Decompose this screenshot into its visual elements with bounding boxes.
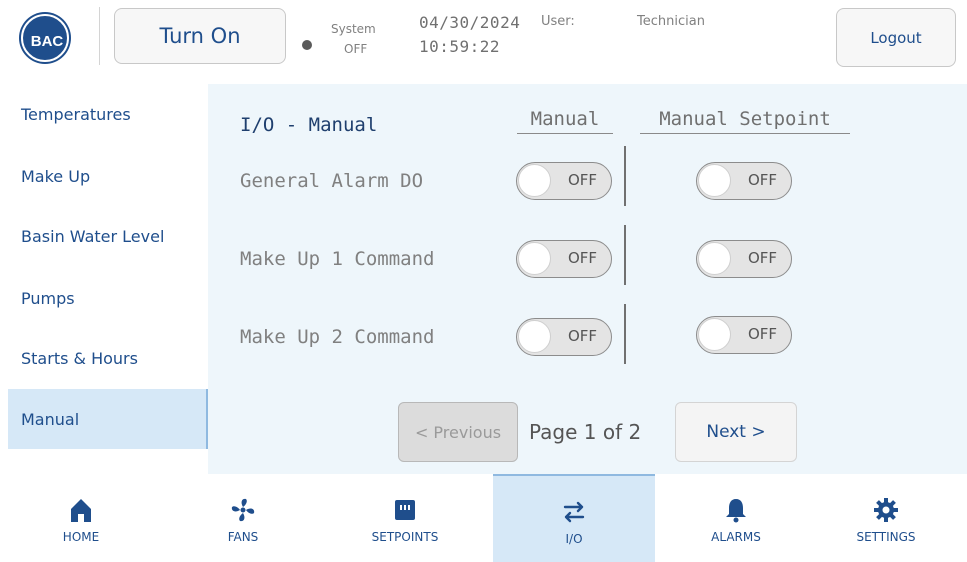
fan-icon <box>231 498 255 522</box>
row-label-make-up-2-command: Make Up 2 Command <box>240 326 435 348</box>
page-indicator: Page 1 of 2 <box>529 420 642 444</box>
manual-toggle-make-up-2-command[interactable]: OFF <box>516 318 612 356</box>
turn-on-button[interactable]: Turn On <box>114 8 286 64</box>
sidebar-item-label: Starts & Hours <box>21 348 138 368</box>
row-label-make-up-1-command: Make Up 1 Command <box>240 248 435 270</box>
sidebar-item-label: Temperatures <box>21 104 131 124</box>
sidebar-item-starts-hours[interactable]: Starts & Hours <box>8 328 208 388</box>
next-page-button[interactable]: Next > <box>675 402 797 462</box>
toggle-knob <box>698 164 731 197</box>
current-date: 04/30/2024 <box>419 13 521 32</box>
gear-icon <box>874 498 898 522</box>
setpoints-icon <box>395 500 415 520</box>
column-header-manual: Manual <box>517 108 613 134</box>
system-status-indicator <box>302 40 312 50</box>
user-label: User: <box>541 14 575 29</box>
column-divider <box>624 146 626 206</box>
toggle-knob <box>518 242 551 275</box>
io-manual-panel: I/O - Manual Manual Manual Setpoint Gene… <box>208 84 967 474</box>
sidebar-item-label: Make Up <box>21 166 91 186</box>
system-status: OFF <box>344 42 368 56</box>
toggle-knob <box>518 320 551 353</box>
sidebar-item-pumps[interactable]: Pumps <box>8 268 208 328</box>
logo-text: BAC <box>31 33 64 50</box>
current-time: 10:59:22 <box>419 37 501 56</box>
page-title: I/O - Manual <box>240 114 378 136</box>
toggle-knob <box>698 242 731 275</box>
nav-setpoints[interactable]: SETPOINTS <box>324 474 486 562</box>
row-label-general-alarm-do: General Alarm DO <box>240 170 424 192</box>
home-icon <box>71 499 91 522</box>
column-divider <box>624 225 626 285</box>
manual-toggle-make-up-1-command[interactable]: OFF <box>516 240 612 278</box>
toggle-state: OFF <box>567 249 597 267</box>
sidebar: Temperatures Make Up Basin Water Level P… <box>8 84 208 474</box>
io-arrows-icon <box>563 501 585 523</box>
column-header-manual-setpoint: Manual Setpoint <box>640 108 850 134</box>
user-value: Technician <box>637 14 705 29</box>
nav-label: I/O <box>565 532 583 546</box>
nav-label: ALARMS <box>711 530 761 544</box>
nav-label: SETPOINTS <box>371 530 439 544</box>
bottom-nav: HOME FANS SETPOINTS I/O ALARMS SETTINGS <box>0 474 967 562</box>
toggle-state: OFF <box>747 325 777 343</box>
toggle-state: OFF <box>567 327 597 345</box>
bell-icon <box>726 499 746 523</box>
toggle-state: OFF <box>747 171 777 189</box>
nav-label: HOME <box>62 530 100 544</box>
logout-button[interactable]: Logout <box>836 8 956 67</box>
toggle-knob <box>518 164 551 197</box>
nav-home[interactable]: HOME <box>0 474 162 562</box>
column-divider <box>624 304 626 364</box>
manual-toggle-general-alarm-do[interactable]: OFF <box>516 162 612 200</box>
toggle-knob <box>698 318 731 351</box>
system-label: System <box>331 22 376 36</box>
sidebar-item-label: Manual <box>21 409 80 429</box>
setpoint-toggle-general-alarm-do[interactable]: OFF <box>696 162 792 200</box>
nav-label: SETTINGS <box>856 530 916 544</box>
toggle-state: OFF <box>747 249 777 267</box>
setpoint-toggle-make-up-2-command[interactable]: OFF <box>696 316 792 354</box>
nav-alarms[interactable]: ALARMS <box>655 474 817 562</box>
sidebar-item-temperatures[interactable]: Temperatures <box>8 84 208 144</box>
nav-settings[interactable]: SETTINGS <box>805 474 967 562</box>
nav-label: FANS <box>227 530 259 544</box>
sidebar-item-basin-water-level[interactable]: Basin Water Level <box>8 206 208 266</box>
setpoint-toggle-make-up-1-command[interactable]: OFF <box>696 240 792 278</box>
sidebar-item-manual[interactable]: Manual <box>8 389 208 449</box>
nav-io[interactable]: I/O <box>493 474 655 562</box>
header-divider <box>99 7 100 65</box>
previous-page-button[interactable]: < Previous <box>398 402 518 462</box>
bac-logo: BAC <box>21 14 69 62</box>
toggle-state: OFF <box>567 171 597 189</box>
sidebar-item-label: Pumps <box>21 288 75 308</box>
sidebar-item-make-up[interactable]: Make Up <box>8 146 208 206</box>
header: BAC Turn On System OFF 04/30/2024 10:59:… <box>0 0 967 84</box>
nav-fans[interactable]: FANS <box>162 474 324 562</box>
sidebar-item-label: Basin Water Level <box>21 226 165 246</box>
